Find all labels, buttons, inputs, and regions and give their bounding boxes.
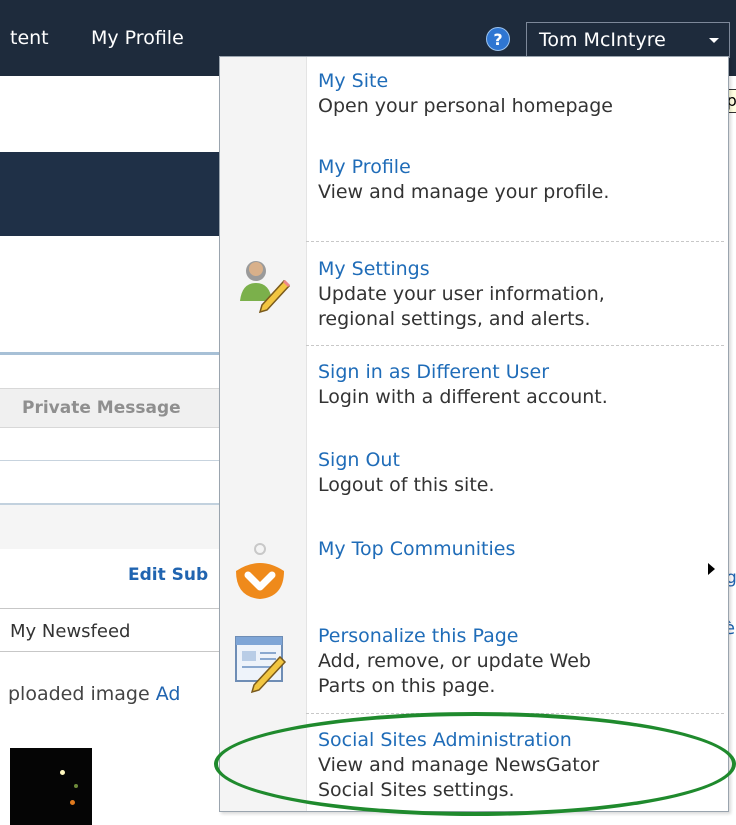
user-name: Tom McIntyre bbox=[539, 29, 666, 51]
menu-item-title: My Settings bbox=[318, 258, 430, 280]
menu-separator bbox=[306, 345, 724, 346]
nav-link-content[interactable]: tent bbox=[10, 27, 49, 49]
uploaded-image-thumbnail[interactable] bbox=[10, 748, 92, 825]
activity-link[interactable]: Ad bbox=[156, 683, 181, 705]
user-dropdown-menu: My Site Open your personal homepage My P… bbox=[219, 56, 729, 812]
menu-item-description: Login with a different account. bbox=[318, 386, 608, 408]
chevron-down-icon bbox=[709, 38, 719, 43]
divider bbox=[0, 460, 220, 461]
private-message-button[interactable]: Private Message bbox=[22, 398, 181, 418]
menu-item-description: Update your user information, bbox=[318, 283, 605, 305]
menu-item-description: Parts on this page. bbox=[318, 675, 496, 697]
menu-item-description: Logout of this site. bbox=[318, 474, 495, 496]
nav-link-my-profile[interactable]: My Profile bbox=[91, 27, 184, 49]
menu-item-my-site[interactable]: My Site Open your personal homepage bbox=[318, 69, 718, 119]
activity-text-prefix: ploaded image bbox=[8, 683, 156, 705]
menu-item-title: My Profile bbox=[318, 156, 411, 178]
section-header-row bbox=[0, 503, 220, 549]
menu-item-my-settings[interactable]: My Settings Update your user information… bbox=[318, 257, 718, 332]
user-menu-button[interactable]: Tom McIntyre bbox=[526, 22, 730, 58]
personalize-page-icon bbox=[235, 636, 287, 693]
menu-item-title: Sign in as Different User bbox=[318, 361, 550, 383]
menu-item-description: View and manage your profile. bbox=[318, 181, 610, 203]
menu-item-description: Add, remove, or update Web bbox=[318, 650, 591, 672]
submenu-arrow-icon bbox=[708, 563, 715, 575]
menu-item-personalize-page[interactable]: Personalize this Page Add, remove, or up… bbox=[318, 624, 718, 699]
edit-subscriptions-link[interactable]: Edit Sub bbox=[128, 565, 208, 585]
activity-text: ploaded image Ad bbox=[8, 683, 180, 705]
help-icon[interactable]: ? bbox=[486, 27, 510, 51]
user-settings-icon bbox=[240, 261, 291, 314]
menu-item-title: My Top Communities bbox=[318, 538, 516, 560]
newsfeed-label: My Newsfeed bbox=[10, 621, 131, 642]
menu-item-sign-in-different-user[interactable]: Sign in as Different User Login with a d… bbox=[318, 360, 718, 410]
menu-item-title: Sign Out bbox=[318, 449, 400, 471]
menu-item-title: Personalize this Page bbox=[318, 625, 519, 647]
menu-item-description: regional settings, and alerts. bbox=[318, 308, 591, 330]
menu-item-description: Open your personal homepage bbox=[318, 95, 613, 117]
menu-item-my-profile[interactable]: My Profile View and manage your profile. bbox=[318, 155, 718, 205]
section-divider bbox=[0, 352, 220, 355]
title-band bbox=[0, 152, 220, 236]
menu-item-sign-out[interactable]: Sign Out Logout of this site. bbox=[318, 448, 718, 498]
menu-icon-gutter bbox=[220, 57, 307, 811]
menu-item-my-top-communities[interactable]: My Top Communities bbox=[318, 537, 718, 562]
communities-icon bbox=[236, 543, 284, 599]
highlight-ellipse bbox=[214, 712, 736, 816]
menu-separator bbox=[306, 241, 724, 242]
menu-item-title: My Site bbox=[318, 70, 389, 92]
